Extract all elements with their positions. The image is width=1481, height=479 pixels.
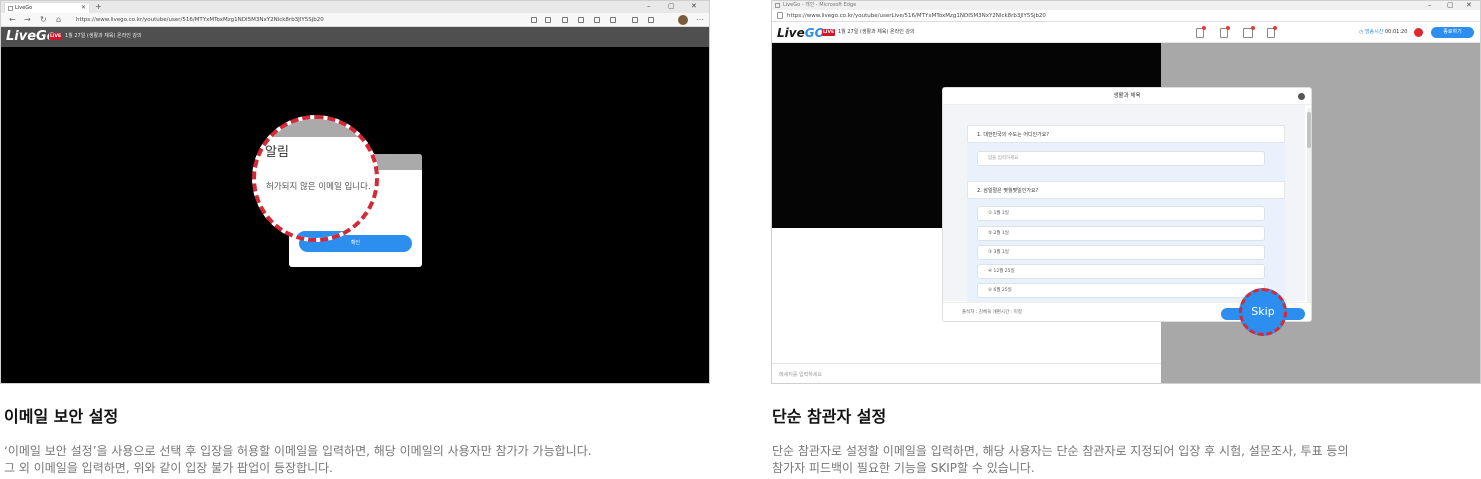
quiz-meta: 출석자 : 김체육 개편시간 : 미정 [962,310,1022,315]
answer-input[interactable]: 답을 입력하세요 [977,151,1265,166]
collections-icon[interactable] [648,17,654,23]
camera-icon[interactable] [562,17,568,23]
livego-logo: LiveGO [777,26,825,40]
zoom-popup-header [256,119,375,137]
close-window-icon[interactable]: ✕ [691,1,697,12]
skip-zoom-highlight[interactable]: Skip [1239,288,1287,336]
right-caption-title: 단순 참관자 설정 [772,407,887,426]
profile-avatar[interactable] [678,15,688,25]
cast-icon[interactable] [578,17,584,23]
broadcast-timer: ◷ 방송시간 00:01:20 [1359,29,1408,35]
maximize-icon[interactable]: ▢ [1447,1,1454,10]
answer-option[interactable]: ③ 3월 1일 [977,245,1265,260]
zoom-highlight-circle: 알림 허가되지 않은 이메일 입니다. [252,115,379,242]
left-desc-line: 그 외 이메일을 입력하면, 위와 같이 입장 불가 팝업이 등장합니다. [4,461,334,475]
shield-icon[interactable] [594,17,600,23]
scrollbar-thumb[interactable] [1307,112,1311,148]
right-desc-line: 참가자 피드백이 필요한 기능을 SKIP할 수 있습니다. [772,461,1035,475]
favorites-icon[interactable] [632,17,638,23]
notification-dot [1202,26,1206,30]
live-badge: LIVE [822,29,835,36]
livego-header: LiveGo LIVE 1월 27일 (생활과 체육) 온라인 강의 [1,27,709,47]
end-broadcast-button[interactable]: 종료하기 [1431,27,1474,38]
page-icon [8,6,13,11]
left-caption-title: 이메일 보안 설정 [4,407,119,426]
url-field[interactable]: https://www.livego.co.kr/youtube/user/51… [76,15,324,25]
timer-label: 방송시간 [1364,29,1384,35]
course-title: 1월 27일 (생활과 체육) 온라인 강의 [838,29,915,35]
minimize-icon[interactable]: – [1428,1,1432,10]
window-title: LiveGo - 개인 - Microsoft Edge [783,2,857,8]
notification-dot [1273,26,1277,30]
address-bar: ← → ↻ ⌂ https://www.livego.co.kr/youtube… [1,13,709,27]
livego-header: LiveGO LIVE 1월 27일 (생활과 체육) 온라인 강의 ◷ 방송시… [772,22,1480,43]
right-desc-line: 단순 참관자로 설정할 이메일을 입력하면, 해당 사용자는 단순 참관자로 지… [772,444,1349,458]
answer-option[interactable]: ② 2월 1일 [977,226,1265,241]
zoom-icon[interactable] [531,17,537,23]
answer-option[interactable]: ⑤ 6월 25일 [977,283,1265,298]
bookmark-icon[interactable] [545,17,551,23]
course-title: 1월 27일 (생활과 체육) 온라인 강의 [65,33,142,39]
quiz-body: 1. 대한민국의 수도는 어디인가요? 답을 입력하세요 2. 삼일절은 몇월몇… [943,105,1305,305]
minimize-icon[interactable]: – [647,1,651,12]
browser-tab-bar: LiveGo ✕ + – ▢ ✕ [1,1,709,13]
tab-title: LiveGo [15,5,33,11]
question-card: 1. 대한민국의 수도는 어디인가요? 답을 입력하세요 [967,125,1285,185]
quiz-title: 생활과 체육 [943,88,1311,105]
timer-value: 00:01:20 [1384,29,1408,35]
address-bar: https://www.livego.co.kr/youtube/userLiv… [772,10,1480,22]
window-title-bar: LiveGo - 개인 - Microsoft Edge – ▢ ✕ [772,1,1480,10]
close-tab-icon[interactable]: ✕ [81,3,86,13]
more-menu-icon[interactable]: ⋯ [696,14,704,26]
chat-input[interactable]: 메세지를 입력하세요 [772,363,1161,383]
live-badge: LIVE [49,33,62,40]
left-caption-description: ‘이메일 보안 설정’을 사용으로 선택 후 입장을 허용할 이메일을 입력하면… [4,443,592,477]
logo-text-live: Live [777,26,805,40]
observer-setting-screenshot: LiveGo - 개인 - Microsoft Edge – ▢ ✕ https… [771,0,1481,384]
answer-option[interactable]: ④ 12월 25일 [977,264,1265,279]
forward-icon[interactable]: → [24,14,31,26]
popup-message: 허가되지 않은 이메일 입니다. [266,182,371,192]
close-icon[interactable] [1298,93,1305,100]
left-desc-line: ‘이메일 보안 설정’을 사용으로 선택 후 입장을 허용할 이메일을 입력하면… [4,444,592,458]
new-tab-icon[interactable]: + [95,1,102,12]
question-text: 1. 대한민국의 수도는 어디인가요? [967,125,1285,143]
scrollbar[interactable] [1307,108,1311,304]
home-icon[interactable]: ⌂ [56,14,61,26]
question-card: 2. 삼일절은 몇월몇일인가요? ① 1월 1일 ② 2월 1일 ③ 3월 1일… [967,181,1285,305]
notification-dot [1226,26,1230,30]
answer-option[interactable]: ① 1월 1일 [977,206,1265,221]
page-icon [775,3,780,8]
right-caption-description: 단순 참관자로 설정할 이메일을 입력하면, 해당 사용자는 단순 참관자로 지… [772,443,1349,477]
question-text: 2. 삼일절은 몇월몇일인가요? [967,181,1285,199]
lock-icon [777,12,783,19]
notification-dot [1251,26,1255,30]
popup-title: 알림 [265,145,289,160]
back-icon[interactable]: ← [9,14,16,26]
quiz-modal: 생활과 체육 1. 대한민국의 수도는 어디인가요? 답을 입력하세요 2. 삼… [942,87,1312,322]
maximize-icon[interactable]: ▢ [668,1,675,12]
close-window-icon[interactable]: ✕ [1466,1,1472,10]
browser-tab[interactable]: LiveGo ✕ [4,2,90,13]
extension-icon[interactable] [610,17,616,23]
power-icon[interactable] [1414,28,1423,37]
email-security-screenshot: LiveGo ✕ + – ▢ ✕ ← → ↻ ⌂ https://www.liv… [0,0,710,384]
url-field[interactable]: https://www.livego.co.kr/youtube/userLiv… [787,11,1046,21]
refresh-icon[interactable]: ↻ [40,14,47,26]
